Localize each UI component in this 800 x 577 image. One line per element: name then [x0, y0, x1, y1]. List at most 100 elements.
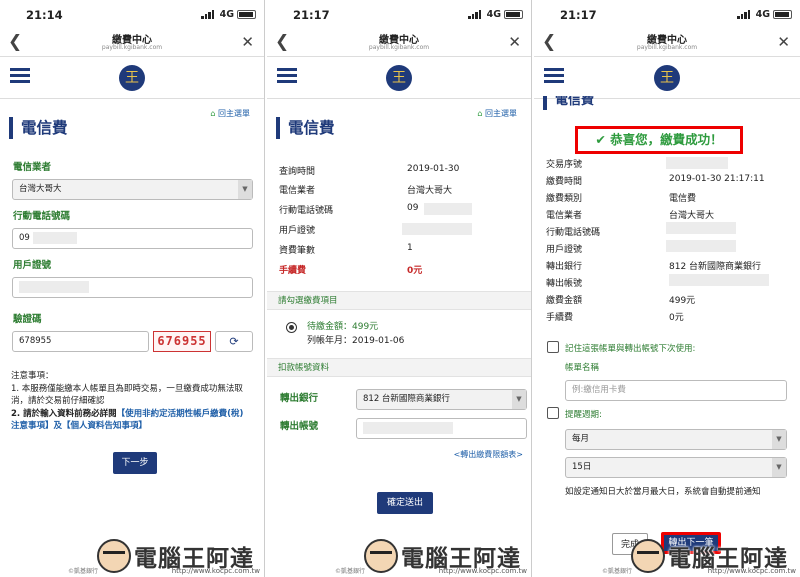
redacted-blur: [669, 274, 769, 286]
row-label: 繳費類別: [546, 194, 583, 204]
bank-logo: 王: [119, 65, 145, 91]
phone-number-input[interactable]: 09: [12, 228, 253, 249]
network-type: 4G: [219, 9, 234, 20]
chevron-down-icon: ▼: [772, 430, 786, 449]
watermark-copyright: ©凱基銀行: [68, 568, 99, 575]
fee-value: 0元: [407, 266, 423, 276]
due-amount: 待繳金額：499元: [307, 322, 379, 332]
bank-logo: 王: [386, 65, 412, 91]
row-label: 手續費: [546, 313, 574, 323]
row-value: 812 台新國際商業銀行: [669, 262, 762, 272]
site-header: 王: [534, 57, 800, 99]
period-select[interactable]: 每月 ▼: [565, 429, 787, 450]
phone-number-value: 09: [19, 233, 30, 243]
browser-nav-bar: ❮ 繳費中心 paybill.kgibank.com ✕: [534, 29, 800, 57]
success-text: 恭喜您，繳費成功！: [610, 132, 723, 147]
next-step-button[interactable]: 下一步: [113, 452, 157, 474]
due-month: 列帳年月：2019-01-06: [307, 336, 405, 346]
browser-nav-bar: ❮ 繳費中心 paybill.kgibank.com ✕: [0, 29, 264, 57]
row-label: 用戶證號: [546, 245, 583, 255]
nav-url: paybill.kgibank.com: [368, 44, 430, 51]
row-label: 轉出帳號: [546, 279, 583, 289]
redacted-blur: [666, 240, 736, 252]
hamburger-menu-icon[interactable]: [544, 68, 564, 86]
home-menu-label: 回主選單: [218, 109, 250, 118]
row-value: 台灣大哥大: [407, 186, 453, 196]
home-menu-link[interactable]: ⌂ 回主選單: [477, 108, 517, 119]
watermark: 電腦王阿達 ©凱基銀行 http://www.kocpc.com.tw: [267, 527, 531, 577]
bill-name-label: 帳單名稱: [565, 363, 600, 373]
row-label: 資費筆數: [279, 246, 316, 256]
row-value: 1: [407, 243, 413, 253]
limit-table-link[interactable]: <轉出繳費限額表>: [454, 449, 523, 460]
row-value: 499元: [669, 296, 696, 306]
user-id-input[interactable]: [12, 277, 253, 298]
remember-checkbox[interactable]: [547, 341, 559, 353]
mascot-face-icon: [364, 539, 398, 573]
redacted-blur: [363, 421, 453, 434]
home-menu-link[interactable]: ⌂ 回主選單: [210, 108, 250, 119]
hamburger-menu-icon[interactable]: [10, 68, 30, 86]
mascot-face-icon: [97, 539, 131, 573]
bill-item-radio[interactable]: [286, 322, 297, 333]
close-icon[interactable]: ✕: [777, 33, 790, 51]
account-label: 轉出帳號: [280, 421, 319, 432]
success-message: ✔ 恭喜您，繳費成功！: [575, 126, 743, 154]
row-label: 行動電話號碼: [546, 228, 601, 238]
next-transfer-button[interactable]: 轉出下一筆: [661, 532, 721, 554]
confirm-submit-button[interactable]: 確定送出: [377, 492, 433, 514]
captcha-input[interactable]: 678955: [12, 331, 149, 352]
check-icon: ✔: [595, 132, 606, 147]
status-bar: 21:17 4G: [267, 0, 531, 29]
row-value: 09: [407, 203, 419, 213]
done-button[interactable]: 完成: [612, 533, 648, 555]
bank-value: 812 台新國際商業銀行: [363, 394, 450, 404]
row-label: 行動電話號碼: [279, 206, 334, 216]
battery-icon: [773, 10, 792, 19]
select-items-section: 請勾選繳費項目: [267, 291, 531, 310]
refresh-icon[interactable]: ⟳: [215, 331, 253, 352]
nav-url: paybill.kgibank.com: [101, 44, 163, 51]
hamburger-menu-icon[interactable]: [277, 68, 297, 86]
row-value: 2019-01-30 21:17:11: [669, 174, 765, 184]
screenshot-collage: 21:14 4G ❮ 繳費中心 paybill.kgibank.com ✕ 王 …: [0, 0, 800, 577]
network-type: 4G: [486, 9, 501, 20]
captcha-label: 驗證碼: [13, 314, 42, 325]
browser-nav-bar: ❮ 繳費中心 paybill.kgibank.com ✕: [267, 29, 531, 57]
bank-label: 轉出銀行: [280, 393, 319, 404]
day-value: 15日: [572, 462, 592, 472]
status-time: 21:14: [26, 8, 63, 22]
reminder-checkbox[interactable]: [547, 407, 559, 419]
close-icon[interactable]: ✕: [508, 33, 521, 51]
bill-name-input[interactable]: 例:繳信用卡費: [565, 380, 787, 401]
note-2-prefix: 2. 請於輸入資料前務必詳閱: [11, 408, 117, 419]
note-1: 1. 本服務僅能繳本人帳單且為即時交易，一旦繳費成功無法取消，請於交易前仔細確認: [11, 383, 243, 407]
page-title-partial: 電信費: [543, 96, 594, 110]
notes-block: 注意事項： 1. 本服務僅能繳本人帳單且為即時交易，一旦繳費成功無法取消，請於交…: [11, 370, 251, 433]
site-header: 王: [0, 57, 264, 99]
close-icon[interactable]: ✕: [241, 33, 254, 51]
row-label: 電信業者: [546, 211, 583, 221]
chevron-down-icon: ▼: [238, 180, 252, 199]
bank-select[interactable]: 812 台新國際商業銀行 ▼: [356, 389, 527, 410]
day-select[interactable]: 15日 ▼: [565, 457, 787, 478]
nav-url: paybill.kgibank.com: [636, 44, 698, 51]
reminder-label: 提醒週期:: [565, 410, 602, 420]
row-label: 用戶證號: [279, 226, 316, 236]
home-icon: ⌂: [210, 109, 216, 118]
battery-icon: [237, 10, 256, 19]
signal-icon: [201, 10, 214, 19]
watermark-copyright: ©凱基銀行: [602, 568, 633, 575]
redacted-blur: [19, 280, 89, 293]
carrier-select[interactable]: 台灣大哥大 ▼: [12, 179, 253, 200]
row-label: 繳費金額: [546, 296, 583, 306]
redacted-blur: [424, 203, 472, 215]
remember-label: 記住這張帳單與轉出帳號下次使用:: [565, 344, 696, 354]
row-label: 電信業者: [279, 186, 316, 196]
account-input[interactable]: [356, 418, 527, 439]
home-menu-label: 回主選單: [485, 109, 517, 118]
phone-screen-confirm: 21:17 4G ❮ 繳費中心 paybill.kgibank.com ✕ 王 …: [267, 0, 532, 577]
battery-icon: [504, 10, 523, 19]
row-value: 2019-01-30: [407, 164, 460, 174]
status-bar: 21:17 4G: [534, 0, 800, 29]
